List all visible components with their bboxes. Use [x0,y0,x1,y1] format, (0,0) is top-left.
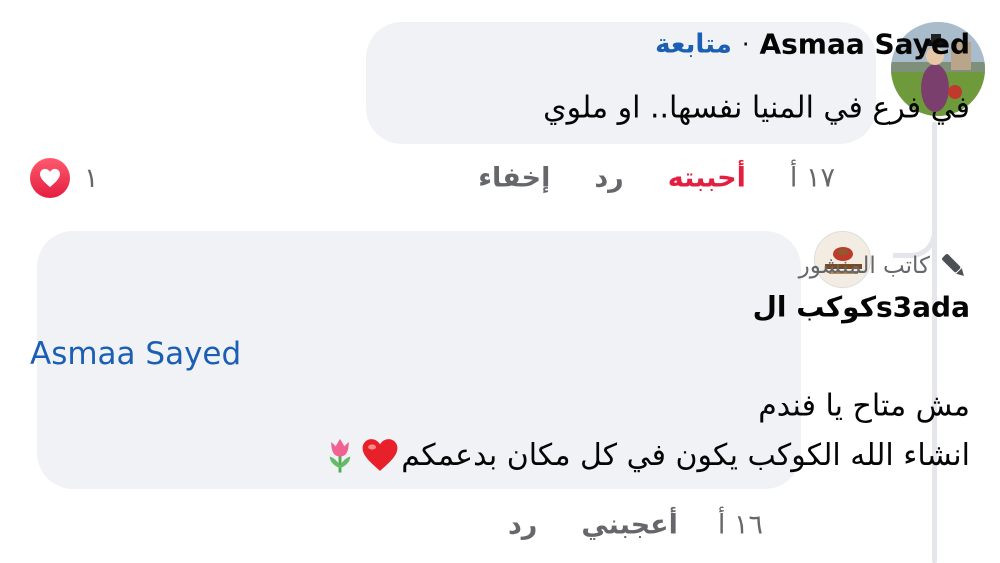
reply-text-line2-content: انشاء الله الكوكب يكون في كل مكان بدعمكم [401,437,970,473]
reply-timestamp[interactable]: ١٦ أ [718,510,763,541]
mention-link[interactable]: Asmaa Sayed [30,336,241,372]
pencil-icon [942,254,964,276]
reply-like-button[interactable]: أعجبني [581,510,678,541]
separator-dot: · [741,30,750,58]
tulip-emoji [330,438,351,473]
like-button[interactable]: أحببته [668,163,746,194]
reply-text-line1: مش متاح يا فندم [758,388,970,424]
reply-author-name[interactable]: كوكب الs3ada [753,291,970,324]
heart-icon [30,158,70,198]
thread-line [932,122,937,563]
reaction-count: ١ [84,162,99,194]
reply-text-line2: انشاء الله الكوكب يكون في كل مكان بدعمكم [321,436,970,474]
reply-reply-button[interactable]: رد [508,510,537,541]
follow-link[interactable]: متابعة [655,29,732,59]
hide-button[interactable]: إخفاء [478,163,550,194]
reply-button[interactable]: رد [594,163,623,194]
red-heart-emoji [362,439,398,471]
reaction-summary[interactable]: ١ [30,158,99,198]
comment-text: في فرع في المنيا نفسها.. او ملوي [543,90,970,126]
comment-timestamp[interactable]: ١٧ أ [790,163,835,194]
reply-actions: ١٦ أ أعجبني رد [508,510,763,541]
comment-actions: ١٧ أ أحببته رد إخفاء [478,163,835,194]
author-badge-label: كاتب المنشور [798,253,930,279]
author-badge: كاتب المنشور [799,250,970,282]
comment-header: متابعة · Asmaa Sayed [655,28,970,61]
comment-author-name[interactable]: Asmaa Sayed [759,28,970,61]
